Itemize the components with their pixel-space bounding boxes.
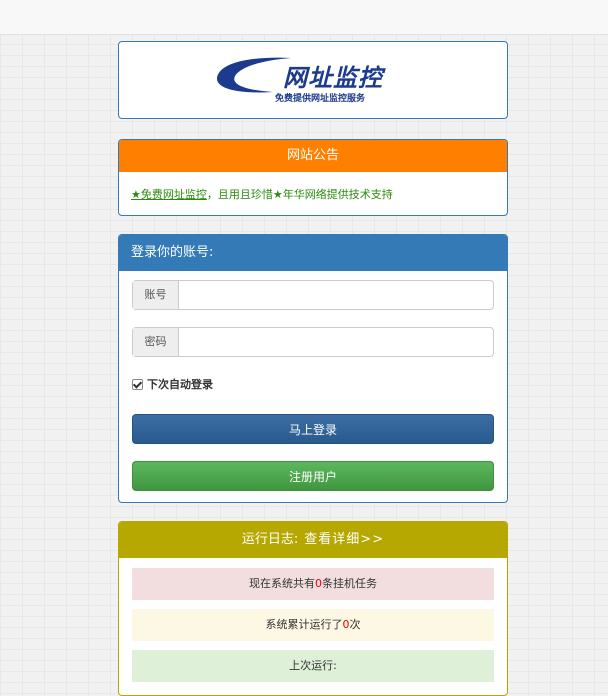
notice-panel: 网站公告 ★免费网址监控，且用且珍惜★年华网络提供技术支持 [118,139,508,216]
login-button[interactable]: 马上登录 [132,414,494,444]
runs-alert: 系统累计运行了0次 [132,609,494,641]
runs-count: 0 [342,618,350,631]
remember-label: 下次自动登录 [147,378,213,391]
top-bar [0,0,608,35]
password-input[interactable] [179,328,493,356]
username-group: 账号 [132,280,494,310]
logo-banner: 网址监控 免费提供网址监控服务 [118,41,508,119]
tasks-count: 0 [315,577,322,590]
tasks-alert: 现在系统共有0条挂机任务 [132,568,494,600]
password-label: 密码 [133,328,179,356]
notice-text: ，且用且珍惜★年华网络提供技术支持 [206,188,393,201]
remember-me[interactable]: 下次自动登录 [132,376,213,392]
log-panel: 运行日志: 查看详细>> 现在系统共有0条挂机任务 系统累计运行了0次 上次运行: [118,521,508,696]
username-input[interactable] [179,281,493,309]
tasks-suffix: 条挂机任务 [322,577,377,590]
register-button[interactable]: 注册用户 [132,461,494,491]
runs-prefix: 系统累计运行了 [265,618,343,631]
logo-swoosh-icon [216,57,291,93]
password-group: 密码 [132,327,494,357]
runs-suffix: 次 [349,618,361,631]
tasks-prefix: 现在系统共有 [249,577,315,590]
last-run-label: 上次运行: [289,659,337,672]
login-header: 登录你的账号: [119,235,507,271]
username-label: 账号 [133,281,179,309]
remember-checkbox[interactable] [132,378,143,390]
log-detail-link[interactable]: 查看详细>> [304,532,384,547]
log-header: 运行日志: 查看详细>> [119,522,507,558]
logo-subtitle: 免费提供网址监控服务 [275,94,366,104]
notice-header: 网站公告 [119,140,507,172]
notice-body: ★免费网址监控，且用且珍惜★年华网络提供技术支持 [119,172,507,202]
log-header-title: 运行日志: [241,532,299,547]
notice-link[interactable]: ★免费网址监控 [131,188,207,201]
logo-title: 网址监控 [283,63,383,92]
login-panel: 登录你的账号: 账号 密码 下次自动登录 马上登录 注册用户 [118,234,508,503]
last-run-alert: 上次运行: [132,650,494,682]
